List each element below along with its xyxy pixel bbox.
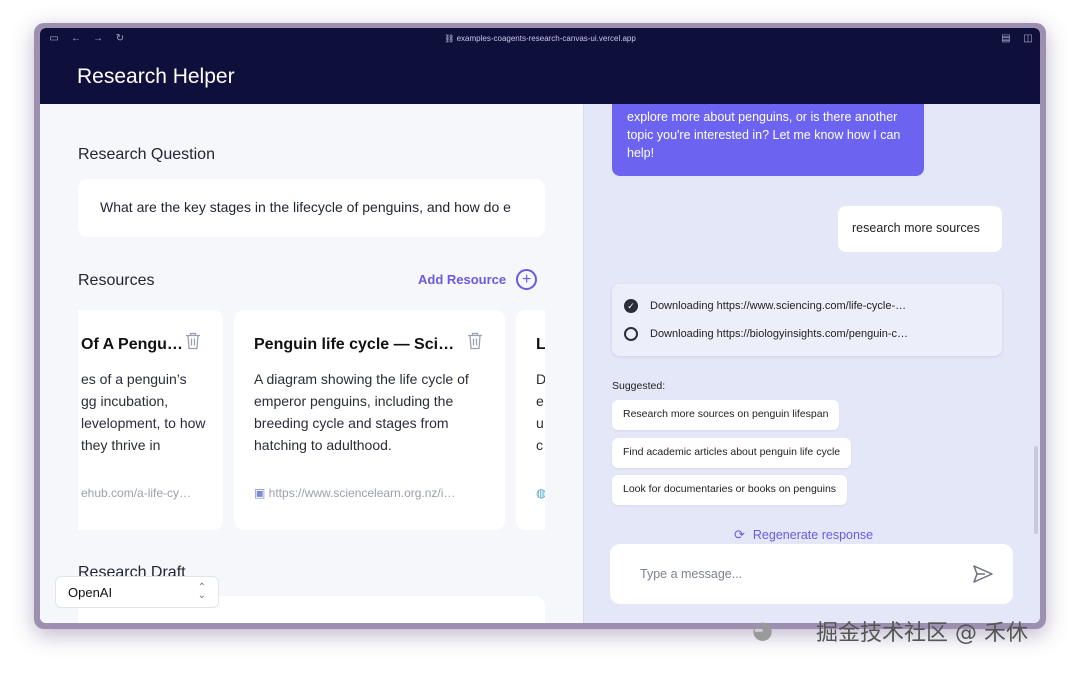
wechat-icon: ◕ <box>752 616 773 644</box>
resource-card-description: es of a penguin’s gg incubation, levelop… <box>81 371 206 453</box>
resource-card[interactable]: Penguin life cycle — Sci… A diagram show… <box>234 310 505 530</box>
reader-icon[interactable]: ▤ <box>1000 33 1012 45</box>
refresh-icon: ⟳ <box>734 527 745 542</box>
link-icon: ⛓ <box>444 34 457 43</box>
message-input[interactable] <box>610 544 1013 604</box>
suggested-label: Suggested: <box>612 380 666 392</box>
chat-panel: explore more about penguins, or is there… <box>583 104 1040 623</box>
resources-carousel[interactable]: Of A Pengui… es of a penguin’s gg incuba… <box>78 310 545 530</box>
browser-window: ▭ ← → ↻ ⛓ examples-coagents-research-can… <box>34 23 1046 629</box>
assistant-message: explore more about penguins, or is there… <box>612 104 924 176</box>
image-icon: ▣ <box>254 486 269 500</box>
trash-icon[interactable] <box>467 332 483 350</box>
resource-card-title: L <box>536 336 545 353</box>
user-message: research more sources <box>838 206 1002 252</box>
resource-card-link[interactable]: ▣ https://www.sciencelearn.org.nz/i… <box>254 486 464 500</box>
split-view-icon[interactable]: ◫ <box>1022 33 1034 45</box>
suggestion-chip[interactable]: Look for documentaries or books on pengu… <box>612 475 848 505</box>
status-text: Downloading https://www.sciencing.com/li… <box>650 300 907 312</box>
resource-card-link[interactable]: ehub.com/a-life-cy… <box>81 486 206 500</box>
chat-scrollbar[interactable] <box>1034 446 1038 534</box>
suggestion-chip[interactable]: Find academic articles about penguin lif… <box>612 438 852 468</box>
resource-card-title: Of A Pengui… <box>81 336 186 353</box>
research-question-title: Research Question <box>78 146 215 163</box>
app-header: Research Helper <box>40 50 1040 104</box>
research-panel: Research Question What are the key stage… <box>40 104 583 623</box>
chevron-up-down-icon: ⌃ ⌄ <box>197 582 206 601</box>
browser-toolbar: ▭ ← → ↻ ⛓ examples-coagents-research-can… <box>40 28 1040 50</box>
regenerate-label: Regenerate response <box>752 528 874 542</box>
status-row: Downloading https://biologyinsights.com/… <box>624 320 990 348</box>
plus-circle-icon: + <box>516 269 538 290</box>
add-resource-button[interactable]: Add Resource + <box>418 269 538 290</box>
add-resource-label: Add Resource <box>418 272 507 287</box>
resource-card-link[interactable]: ◍ <box>536 486 545 500</box>
resource-card[interactable]: Of A Pengui… es of a penguin’s gg incuba… <box>78 310 223 530</box>
research-question-input[interactable]: What are the key stages in the lifecycle… <box>78 179 545 237</box>
resource-card-description: A diagram showing the life cycle of empe… <box>254 371 469 453</box>
globe-icon: ◍ <box>536 486 545 500</box>
check-circle-icon: ✓ <box>624 299 638 313</box>
browser-viewport: ▭ ← → ↻ ⛓ examples-coagents-research-can… <box>40 28 1040 623</box>
resource-card-title: Penguin life cycle — Sci… <box>254 336 455 353</box>
app-title: Research Helper <box>77 65 235 88</box>
url-text: examples-coagents-research-canvas-ui.ver… <box>456 34 636 43</box>
provider-selected-value: OpenAI <box>68 585 113 600</box>
provider-select[interactable]: OpenAI ⌃ ⌄ <box>55 576 219 608</box>
resources-title: Resources <box>78 272 155 289</box>
suggestion-chip[interactable]: Research more sources on penguin lifespa… <box>612 400 840 430</box>
send-icon[interactable] <box>972 564 994 584</box>
resource-card-description: D e u c <box>536 371 545 453</box>
status-row: ✓ Downloading https://www.sciencing.com/… <box>624 292 990 320</box>
download-progress-card: ✓ Downloading https://www.sciencing.com/… <box>612 284 1002 356</box>
spinner-icon <box>624 327 638 341</box>
status-text: Downloading https://biologyinsights.com/… <box>650 328 909 340</box>
watermark-text: 掘金技术社区 @ 禾休 <box>816 621 1028 646</box>
address-bar[interactable]: ⛓ examples-coagents-research-canvas-ui.v… <box>40 34 1040 43</box>
resource-card[interactable]: L D e u c ◍ <box>516 310 545 530</box>
trash-icon[interactable] <box>185 332 201 350</box>
regenerate-button[interactable]: ⟳ Regenerate response <box>734 527 873 543</box>
watermark: ◕ 掘金技术社区 @ 禾休 <box>752 608 1072 654</box>
